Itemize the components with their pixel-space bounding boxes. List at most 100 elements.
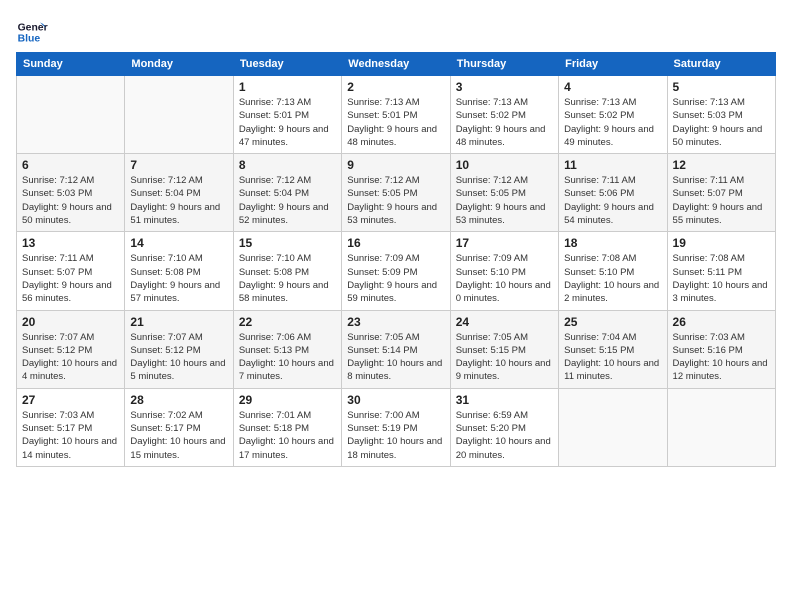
- calendar-cell: 15 Sunrise: 7:10 AM Sunset: 5:08 PM Dayli…: [233, 232, 341, 310]
- day-number: 17: [456, 236, 553, 250]
- day-info: Sunrise: 7:01 AM Sunset: 5:18 PM Dayligh…: [239, 409, 336, 462]
- calendar-cell: 29 Sunrise: 7:01 AM Sunset: 5:18 PM Dayli…: [233, 388, 341, 466]
- day-info: Sunrise: 7:12 AM Sunset: 5:05 PM Dayligh…: [347, 174, 444, 227]
- day-info: Sunrise: 7:07 AM Sunset: 5:12 PM Dayligh…: [130, 331, 227, 384]
- day-number: 20: [22, 315, 119, 329]
- calendar-week-row: 13Sunrise: 7:11 AM Sunset: 5:07 PM Dayli…: [17, 232, 776, 310]
- day-info: Sunrise: 7:04 AM Sunset: 5:15 PM Dayligh…: [564, 331, 661, 384]
- day-info: Sunrise: 7:11 AM Sunset: 5:07 PM Dayligh…: [673, 174, 770, 227]
- calendar-cell: 27Sunrise: 7:03 AM Sunset: 5:17 PM Dayli…: [17, 388, 125, 466]
- day-number: 5: [673, 80, 770, 94]
- day-number: 8: [239, 158, 336, 172]
- calendar-cell: 25 Sunrise: 7:04 AM Sunset: 5:15 PM Dayli…: [559, 310, 667, 388]
- day-number: 29: [239, 393, 336, 407]
- calendar-week-row: 27Sunrise: 7:03 AM Sunset: 5:17 PM Dayli…: [17, 388, 776, 466]
- column-header-wednesday: Wednesday: [342, 53, 450, 76]
- day-info: Sunrise: 7:13 AM Sunset: 5:02 PM Dayligh…: [456, 96, 553, 149]
- calendar-cell: 11Sunrise: 7:11 AM Sunset: 5:06 PM Dayli…: [559, 154, 667, 232]
- day-info: Sunrise: 7:13 AM Sunset: 5:02 PM Dayligh…: [564, 96, 661, 149]
- day-info: Sunrise: 7:02 AM Sunset: 5:17 PM Dayligh…: [130, 409, 227, 462]
- day-info: Sunrise: 7:00 AM Sunset: 5:19 PM Dayligh…: [347, 409, 444, 462]
- day-info: Sunrise: 7:08 AM Sunset: 5:10 PM Dayligh…: [564, 252, 661, 305]
- calendar-cell: [559, 388, 667, 466]
- calendar-cell: 28 Sunrise: 7:02 AM Sunset: 5:17 PM Dayli…: [125, 388, 233, 466]
- day-number: 28: [130, 393, 227, 407]
- calendar-cell: 20 Sunrise: 7:07 AM Sunset: 5:12 PM Dayli…: [17, 310, 125, 388]
- calendar-cell: 1 Sunrise: 7:13 AM Sunset: 5:01 PM Daylig…: [233, 76, 341, 154]
- day-info: Sunrise: 7:12 AM Sunset: 5:05 PM Dayligh…: [456, 174, 553, 227]
- day-info: Sunrise: 7:09 AM Sunset: 5:10 PM Dayligh…: [456, 252, 553, 305]
- day-info: Sunrise: 7:11 AM Sunset: 5:07 PM Dayligh…: [22, 252, 119, 305]
- column-header-saturday: Saturday: [667, 53, 775, 76]
- calendar-week-row: 6 Sunrise: 7:12 AM Sunset: 5:03 PM Daylig…: [17, 154, 776, 232]
- svg-text:Blue: Blue: [18, 34, 41, 45]
- day-info: Sunrise: 7:12 AM Sunset: 5:03 PM Dayligh…: [22, 174, 119, 227]
- day-number: 15: [239, 236, 336, 250]
- calendar-cell: 22 Sunrise: 7:06 AM Sunset: 5:13 PM Dayli…: [233, 310, 341, 388]
- day-number: 3: [456, 80, 553, 94]
- calendar-cell: 4 Sunrise: 7:13 AM Sunset: 5:02 PM Daylig…: [559, 76, 667, 154]
- calendar-cell: [17, 76, 125, 154]
- day-info: Sunrise: 7:12 AM Sunset: 5:04 PM Dayligh…: [239, 174, 336, 227]
- calendar-cell: [125, 76, 233, 154]
- calendar-cell: 8 Sunrise: 7:12 AM Sunset: 5:04 PM Daylig…: [233, 154, 341, 232]
- svg-text:General: General: [18, 22, 48, 33]
- day-number: 18: [564, 236, 661, 250]
- day-info: Sunrise: 7:13 AM Sunset: 5:01 PM Dayligh…: [239, 96, 336, 149]
- day-number: 19: [673, 236, 770, 250]
- day-info: Sunrise: 7:13 AM Sunset: 5:01 PM Dayligh…: [347, 96, 444, 149]
- calendar-cell: 2 Sunrise: 7:13 AM Sunset: 5:01 PM Daylig…: [342, 76, 450, 154]
- calendar-cell: 6 Sunrise: 7:12 AM Sunset: 5:03 PM Daylig…: [17, 154, 125, 232]
- day-number: 6: [22, 158, 119, 172]
- calendar-cell: 14 Sunrise: 7:10 AM Sunset: 5:08 PM Dayli…: [125, 232, 233, 310]
- day-number: 10: [456, 158, 553, 172]
- page-header: General Blue: [16, 16, 776, 48]
- day-number: 26: [673, 315, 770, 329]
- calendar-cell: 26 Sunrise: 7:03 AM Sunset: 5:16 PM Dayli…: [667, 310, 775, 388]
- calendar-cell: 21 Sunrise: 7:07 AM Sunset: 5:12 PM Dayli…: [125, 310, 233, 388]
- day-number: 24: [456, 315, 553, 329]
- day-info: Sunrise: 7:09 AM Sunset: 5:09 PM Dayligh…: [347, 252, 444, 305]
- calendar-cell: 31Sunrise: 6:59 AM Sunset: 5:20 PM Dayli…: [450, 388, 558, 466]
- day-number: 7: [130, 158, 227, 172]
- day-info: Sunrise: 7:11 AM Sunset: 5:06 PM Dayligh…: [564, 174, 661, 227]
- day-info: Sunrise: 7:08 AM Sunset: 5:11 PM Dayligh…: [673, 252, 770, 305]
- column-header-thursday: Thursday: [450, 53, 558, 76]
- calendar-header-row: SundayMondayTuesdayWednesdayThursdayFrid…: [17, 53, 776, 76]
- logo-icon: General Blue: [16, 16, 48, 48]
- column-header-monday: Monday: [125, 53, 233, 76]
- day-info: Sunrise: 7:03 AM Sunset: 5:16 PM Dayligh…: [673, 331, 770, 384]
- calendar-cell: 24Sunrise: 7:05 AM Sunset: 5:15 PM Dayli…: [450, 310, 558, 388]
- column-header-sunday: Sunday: [17, 53, 125, 76]
- day-number: 12: [673, 158, 770, 172]
- calendar-cell: [667, 388, 775, 466]
- day-info: Sunrise: 6:59 AM Sunset: 5:20 PM Dayligh…: [456, 409, 553, 462]
- calendar-cell: 19 Sunrise: 7:08 AM Sunset: 5:11 PM Dayli…: [667, 232, 775, 310]
- day-number: 9: [347, 158, 444, 172]
- day-number: 4: [564, 80, 661, 94]
- calendar-week-row: 1 Sunrise: 7:13 AM Sunset: 5:01 PM Daylig…: [17, 76, 776, 154]
- day-number: 16: [347, 236, 444, 250]
- day-number: 14: [130, 236, 227, 250]
- day-info: Sunrise: 7:06 AM Sunset: 5:13 PM Dayligh…: [239, 331, 336, 384]
- calendar-week-row: 20 Sunrise: 7:07 AM Sunset: 5:12 PM Dayli…: [17, 310, 776, 388]
- logo: General Blue: [16, 16, 48, 48]
- day-number: 23: [347, 315, 444, 329]
- calendar-cell: 12 Sunrise: 7:11 AM Sunset: 5:07 PM Dayli…: [667, 154, 775, 232]
- calendar-cell: 7 Sunrise: 7:12 AM Sunset: 5:04 PM Daylig…: [125, 154, 233, 232]
- day-number: 1: [239, 80, 336, 94]
- day-number: 21: [130, 315, 227, 329]
- calendar-cell: 10 Sunrise: 7:12 AM Sunset: 5:05 PM Dayli…: [450, 154, 558, 232]
- day-info: Sunrise: 7:12 AM Sunset: 5:04 PM Dayligh…: [130, 174, 227, 227]
- day-number: 27: [22, 393, 119, 407]
- day-info: Sunrise: 7:10 AM Sunset: 5:08 PM Dayligh…: [130, 252, 227, 305]
- day-info: Sunrise: 7:07 AM Sunset: 5:12 PM Dayligh…: [22, 331, 119, 384]
- calendar-cell: 3 Sunrise: 7:13 AM Sunset: 5:02 PM Daylig…: [450, 76, 558, 154]
- calendar-cell: 18 Sunrise: 7:08 AM Sunset: 5:10 PM Dayli…: [559, 232, 667, 310]
- day-number: 2: [347, 80, 444, 94]
- day-number: 22: [239, 315, 336, 329]
- day-number: 25: [564, 315, 661, 329]
- day-number: 30: [347, 393, 444, 407]
- calendar-cell: 16 Sunrise: 7:09 AM Sunset: 5:09 PM Dayli…: [342, 232, 450, 310]
- day-info: Sunrise: 7:10 AM Sunset: 5:08 PM Dayligh…: [239, 252, 336, 305]
